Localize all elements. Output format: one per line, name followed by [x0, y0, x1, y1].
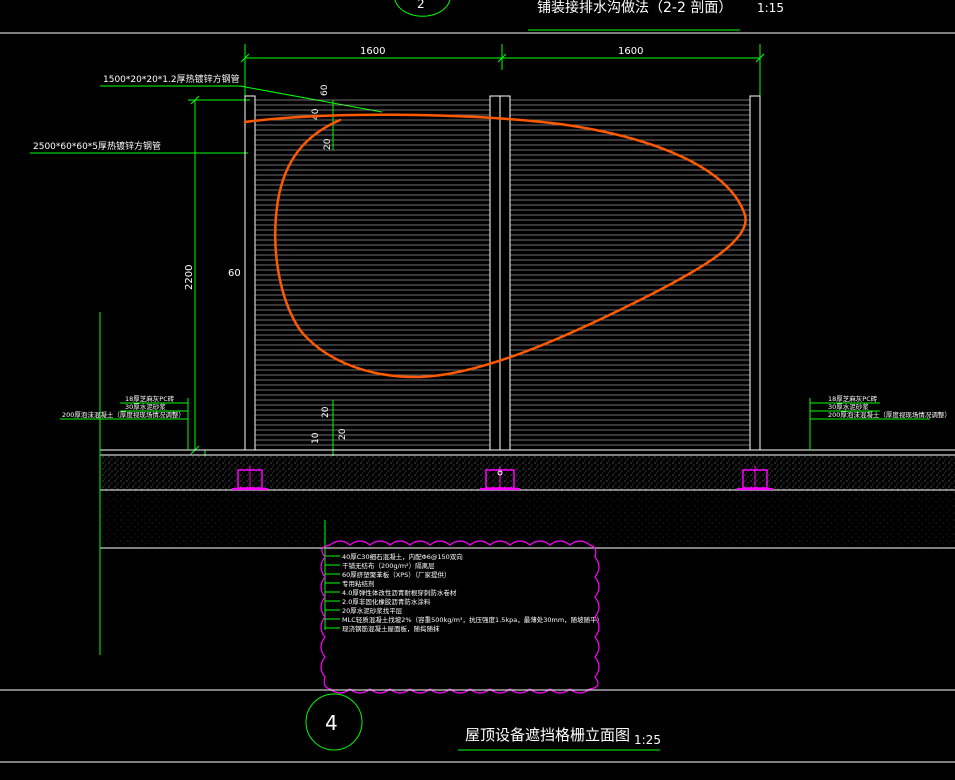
right-floor-layer-1: 18厚芝麻灰PC砖 — [828, 394, 878, 403]
roof-layer-1: 40厚C30细石混凝土，内配Φ6@150双向 — [342, 552, 463, 561]
left-floor-layer-1: 18厚芝麻灰PC砖 — [125, 394, 175, 403]
height-dimension: 2200 60 250 — [184, 95, 250, 490]
base-plate-right — [737, 466, 773, 490]
right-floor-layer-2: 30厚水泥砂浆 — [828, 402, 869, 411]
dim-height: 2200 — [184, 265, 195, 290]
top-title-text: 铺装接排水沟做法（2-2 剖面） — [537, 0, 732, 16]
left-floor-layer-3: 200厚泡沫混凝土（厚度视现场情况调整） — [62, 410, 185, 419]
bottom-title-text: 屋顶设备遮挡格栅立面图 — [465, 726, 630, 744]
dim-bottom-20b: 20 — [338, 428, 348, 440]
roof-layer-9: 现浇钢筋混凝土屋面板，随捣随抹 — [342, 624, 440, 633]
roof-layer-4: 专用粘结剂 — [342, 579, 375, 588]
dim-mid-60: 60 — [228, 268, 241, 279]
dim-right-span: 1600 — [618, 46, 643, 57]
ground-section — [99, 312, 955, 655]
dim-left-span: 1600 — [360, 46, 385, 57]
slab-layer — [100, 491, 955, 548]
dim-top-60: 60 — [320, 84, 330, 96]
roof-layer-6: 2.0厚非固化橡胶沥青防水涂料 — [342, 597, 431, 606]
roof-layer-7: 20厚水泥砂浆找平层 — [342, 606, 403, 615]
right-floor-layer-3: 200厚泡沫混凝土（厚度视现场情况调整） — [828, 410, 951, 419]
roof-layer-5: 4.0厚弹性体改性沥青耐根穿刺防水卷材 — [342, 588, 457, 597]
post-left — [244, 95, 256, 451]
top-title-block: 2 铺装接排水沟做法（2-2 剖面） 1:15 — [394, 0, 784, 31]
bottom-title-number: 4 — [325, 711, 338, 735]
roof-layer-3: 60厚挤塑聚苯板（XPS）（厂家提供） — [342, 570, 451, 579]
paving-layer — [100, 456, 955, 490]
roof-layer-8: MLC轻质混凝土找坡2%（容重500kg/m³，抗压强度1.5kpa，最薄处30… — [342, 615, 603, 624]
post-right — [749, 95, 761, 451]
louver-slats — [255, 99, 750, 446]
markup-freehand-loop — [243, 113, 747, 379]
dim-bottom-20a: 20 — [321, 406, 331, 418]
callouts-left-floor: 18厚芝麻灰PC砖 30厚水泥砂浆 200厚泡沫混凝土（厚度视现场情况调整） — [60, 394, 189, 450]
bottom-title-scale: 1:25 — [634, 733, 661, 747]
callout-steel-tube-large: 2500*60*60*5厚热镀锌方钢管 — [33, 140, 161, 152]
dim-v-20: 20 — [323, 138, 333, 150]
left-floor-layer-2: 30厚水泥砂浆 — [125, 402, 166, 411]
callout-steel-tube-small: 1500*20*20*1.2厚热镀锌方钢管 — [103, 73, 240, 85]
dim-bottom-10: 10 — [311, 432, 321, 444]
roof-layer-2: 干铺无纺布（200g/m²）隔离层 — [342, 561, 435, 570]
dim-v-40: 40 — [311, 108, 321, 120]
base-plate-left — [232, 466, 268, 490]
cad-drawing: 2 铺装接排水沟做法（2-2 剖面） 1:15 1600 1600 1500*2… — [0, 0, 955, 763]
base-plate-middle — [480, 466, 520, 490]
top-title-number: 2 — [417, 0, 425, 11]
bottom-title-block: 4 屋顶设备遮挡格栅立面图 1:25 — [305, 693, 661, 751]
top-title-scale: 1:15 — [757, 1, 784, 15]
callouts-right-floor: 18厚芝麻灰PC砖 30厚水泥砂浆 200厚泡沫混凝土（厚度视现场情况调整） — [809, 394, 951, 450]
